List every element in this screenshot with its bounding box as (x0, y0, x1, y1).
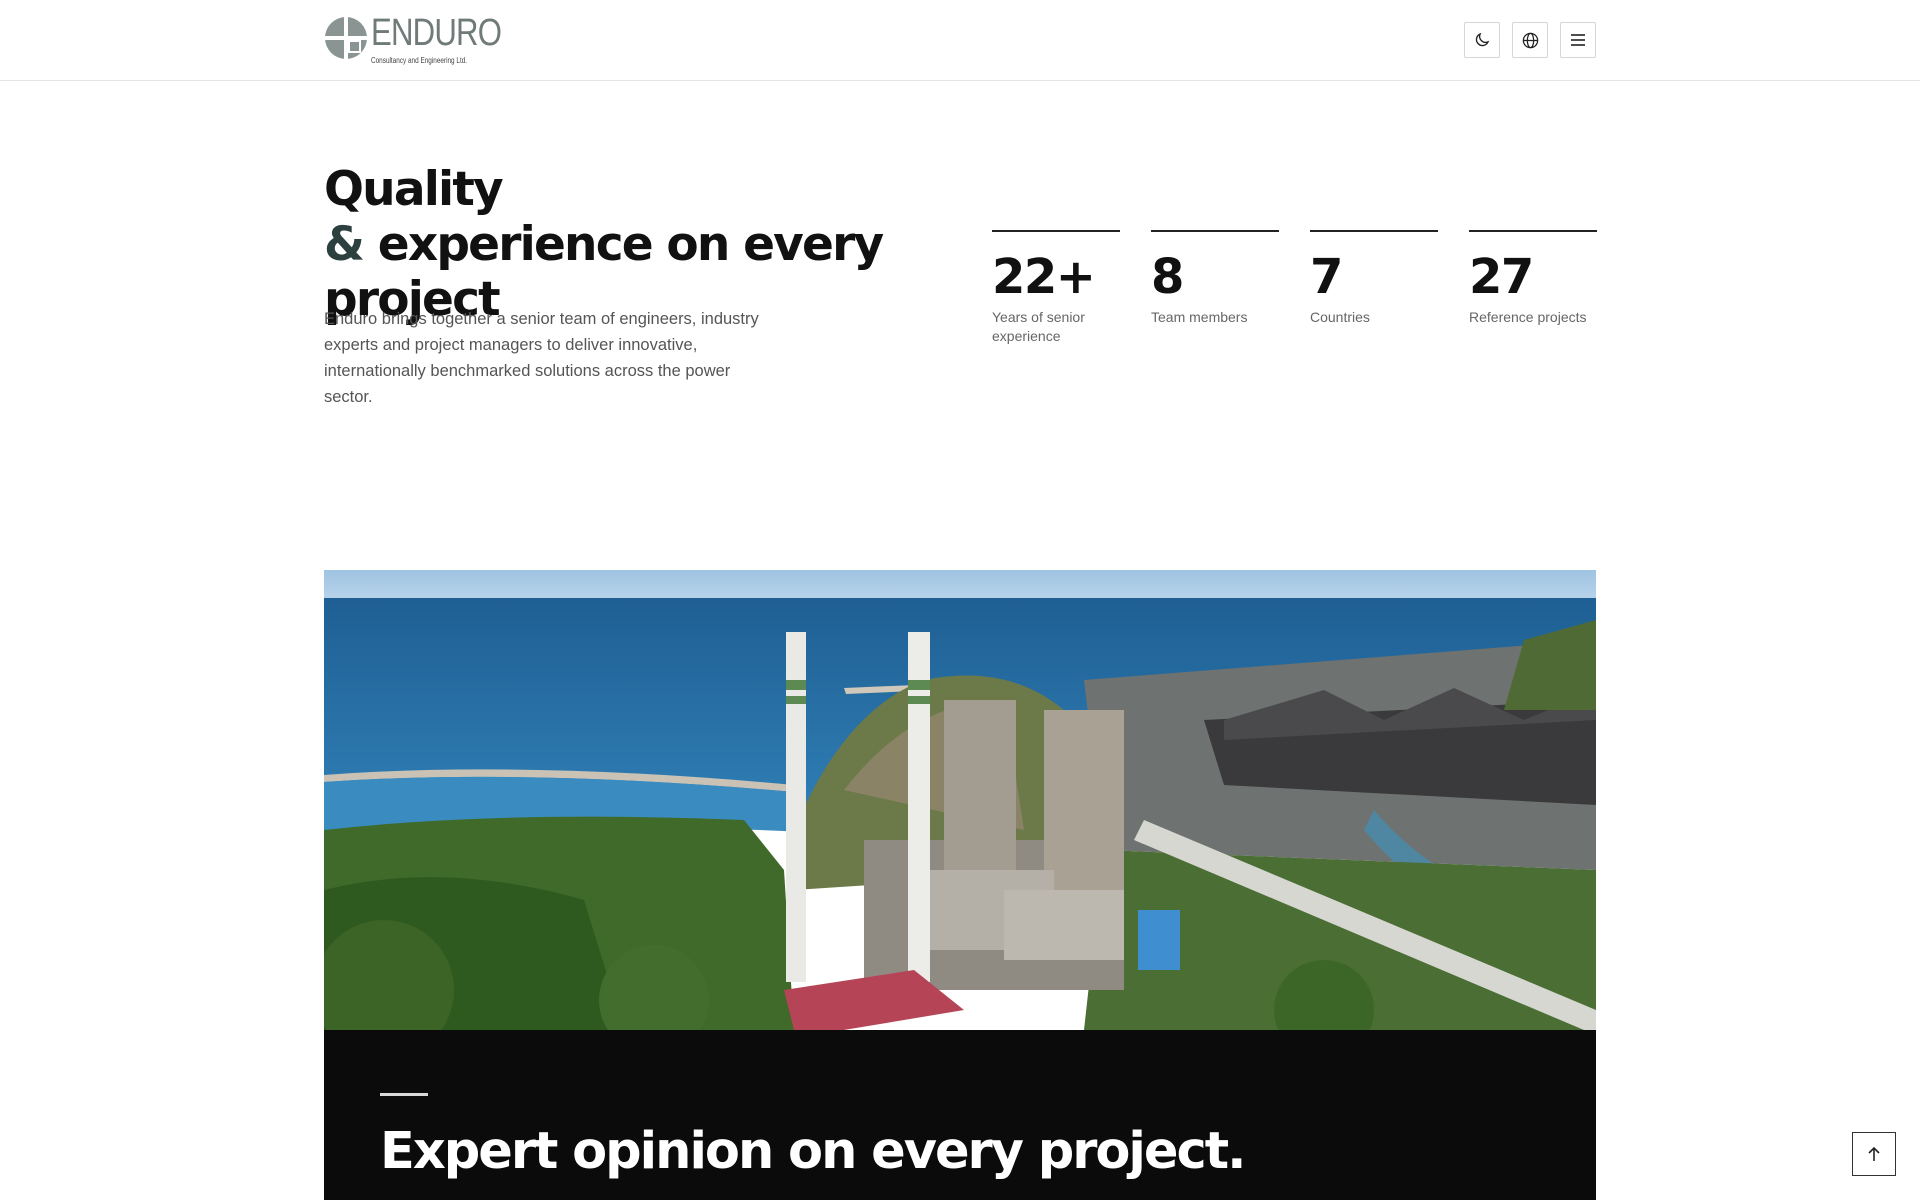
stat-countries: 7 Countries (1310, 230, 1438, 327)
stat-projects: 27 Reference projects (1469, 230, 1597, 327)
language-button[interactable] (1512, 22, 1548, 58)
logo-mark-icon (324, 16, 368, 60)
stat-team: 8 Team members (1151, 230, 1279, 327)
enduro-logo[interactable]: ENDURO Consultancy and Engineering Ltd. (324, 14, 530, 66)
globe-icon (1522, 32, 1538, 48)
power-plant-photo (324, 570, 1596, 1030)
feature-title: Expert opinion on every project. (380, 1122, 1246, 1181)
stat-years: 22+ Years of senior experience (992, 230, 1120, 346)
stat-value: 27 (1469, 249, 1534, 305)
theme-toggle-button[interactable] (1464, 22, 1500, 58)
stat-value: 22+ (992, 249, 1096, 305)
title-ampersand: & (324, 217, 365, 272)
arrow-up-icon (1868, 1146, 1880, 1161)
hamburger-menu-icon (1571, 34, 1585, 46)
intro-paragraph: Enduro brings together a senior team of … (324, 310, 759, 406)
feature-panel: Expert opinion on every project. (324, 1030, 1596, 1200)
stat-value: 7 (1310, 249, 1343, 305)
menu-button[interactable] (1560, 22, 1596, 58)
stat-label: Team members (1151, 309, 1248, 325)
logo-tagline: Consultancy and Engineering Ltd. (371, 56, 468, 65)
feature-divider (380, 1093, 428, 1096)
moon-icon (1475, 32, 1490, 47)
stat-label: Countries (1310, 309, 1370, 325)
stat-value: 8 (1151, 249, 1184, 305)
site-header: ENDURO Consultancy and Engineering Ltd. (0, 0, 1920, 81)
back-to-top-button[interactable] (1852, 1132, 1896, 1176)
logo-wordmark: ENDURO (371, 12, 502, 54)
title-line-1: Quality (324, 162, 504, 217)
section-title: Quality & experience on every project (324, 162, 1024, 327)
stat-label: Reference projects (1469, 309, 1587, 325)
stat-label: Years of senior experience (992, 309, 1085, 344)
